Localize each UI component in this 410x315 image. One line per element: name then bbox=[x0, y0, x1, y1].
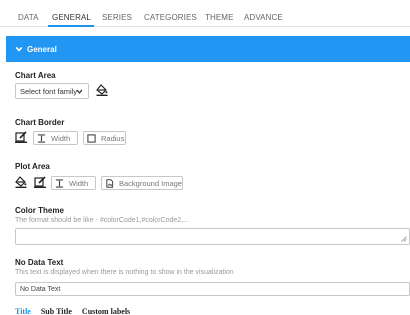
chevron-down-icon bbox=[15, 46, 23, 52]
no-data-text-title: No Data Text bbox=[15, 258, 64, 267]
border-radius-input[interactable]: Radius bbox=[83, 131, 126, 145]
border-width-input[interactable]: Width bbox=[33, 131, 78, 145]
tab-series[interactable]: SERIES bbox=[102, 13, 132, 22]
no-data-text-hint: This text is displayed when there is not… bbox=[15, 269, 234, 276]
no-data-text-input[interactable]: No Data Text bbox=[15, 282, 410, 296]
image-file-icon bbox=[106, 178, 114, 188]
square-icon bbox=[87, 133, 96, 143]
color-theme-textarea[interactable] bbox=[15, 228, 410, 245]
section-title: General bbox=[27, 44, 57, 54]
border-width-label: Width bbox=[51, 133, 71, 143]
subtab-custom-labels[interactable]: Custom labels bbox=[82, 307, 130, 315]
border-edit-icon[interactable] bbox=[15, 131, 27, 143]
tab-theme[interactable]: THEME bbox=[205, 13, 234, 22]
tab-bar: DATA GENERAL SERIES CATEGORIES THEME ADV… bbox=[0, 0, 410, 27]
plot-width-label: Width bbox=[69, 178, 89, 188]
line-width-icon bbox=[55, 178, 64, 188]
tab-categories[interactable]: CATEGORIES bbox=[144, 13, 197, 22]
line-width-icon bbox=[37, 133, 46, 143]
font-family-select-value: Select font family bbox=[20, 86, 78, 96]
title-subtabs: Title Sub Title Custom labels bbox=[15, 307, 138, 315]
active-tab-indicator bbox=[48, 25, 94, 27]
no-data-text-value: No Data Text bbox=[20, 285, 61, 293]
general-section-header[interactable]: General bbox=[6, 36, 410, 62]
chevron-down-icon bbox=[76, 89, 83, 94]
plot-area-title: Plot Area bbox=[15, 162, 50, 171]
background-image-label: Background Image bbox=[119, 178, 182, 188]
fill-bucket-icon[interactable] bbox=[15, 176, 27, 188]
resize-grip-icon[interactable] bbox=[401, 236, 407, 242]
chart-border-title: Chart Border bbox=[15, 118, 65, 127]
border-radius-label: Radius bbox=[101, 133, 125, 143]
color-theme-title: Color Theme bbox=[15, 206, 64, 215]
color-theme-hint: The format should be like - #colorCode1,… bbox=[15, 217, 189, 224]
font-family-select[interactable]: Select font family bbox=[15, 83, 89, 99]
background-image-button[interactable]: Background Image bbox=[101, 176, 183, 190]
plot-border-width-input[interactable]: Width bbox=[51, 176, 96, 190]
tab-data[interactable]: DATA bbox=[18, 13, 39, 22]
tab-general[interactable]: GENERAL bbox=[52, 13, 91, 22]
fill-bucket-icon[interactable] bbox=[96, 84, 108, 96]
tab-advance[interactable]: ADVANCE bbox=[244, 13, 283, 22]
chart-area-title: Chart Area bbox=[15, 71, 56, 80]
subtab-sub-title[interactable]: Sub Title bbox=[41, 307, 72, 315]
border-edit-icon[interactable] bbox=[34, 176, 46, 188]
subtab-title[interactable]: Title bbox=[15, 307, 31, 315]
